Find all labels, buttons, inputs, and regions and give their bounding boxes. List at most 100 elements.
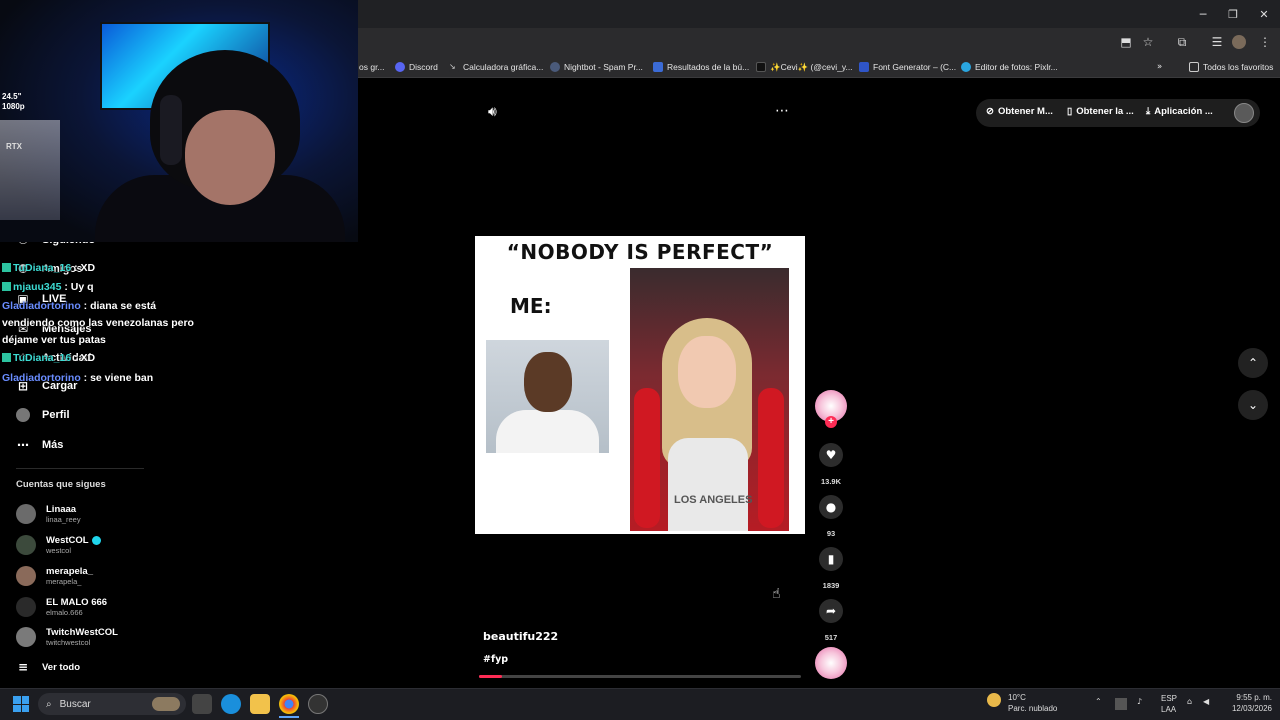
profile-avatar-icon[interactable]: [1232, 35, 1246, 49]
get-coins-link[interactable]: ⊘ Obtener M...: [986, 106, 1053, 117]
see-all-button[interactable]: ≡ Ver todo: [16, 656, 80, 678]
account-handle: westcol: [46, 546, 72, 555]
task-view-icon[interactable]: [192, 694, 212, 714]
account-name: WestCOL: [46, 535, 89, 546]
volume-icon[interactable]: 🔊︎: [488, 104, 497, 120]
mouse-cursor-icon: ☝: [772, 586, 781, 602]
bookmark-search-results[interactable]: Resultados de la bú...: [653, 60, 749, 74]
comment-button[interactable]: ●: [819, 495, 843, 519]
network-icon[interactable]: ⌂: [1187, 697, 1192, 706]
video-options-icon[interactable]: ⋯: [775, 103, 789, 119]
bookmark-pixlr[interactable]: Editor de fotos: Pixlr...: [961, 60, 1058, 74]
next-video-button[interactable]: ⌄: [1238, 390, 1268, 420]
like-button[interactable]: ♥: [819, 443, 843, 467]
desktop-app-link[interactable]: ⤓ Aplicación ...: [1146, 106, 1213, 117]
more-bookmarks-icon[interactable]: »: [1157, 60, 1162, 74]
followed-account[interactable]: Linaaa linaa_reey: [16, 501, 81, 527]
meme-left-shirt: [496, 410, 599, 453]
bookmark-tiktok[interactable]: ✨Cevi✨ (@cevi_y...: [756, 60, 853, 74]
search-icon: ⌕: [46, 698, 52, 710]
bookmark-discord[interactable]: Discord: [395, 60, 438, 74]
avatar: [16, 597, 36, 617]
tiktok-icon: [756, 62, 766, 72]
profile-icon: [16, 408, 30, 422]
taskbar-search[interactable]: ⌕ Buscar: [38, 693, 186, 715]
followed-account[interactable]: merapela_ merapela_: [16, 563, 93, 589]
bookmark-font-generator[interactable]: Font Generator – (C...: [859, 60, 956, 74]
webcam-overlay: 24.5" 1080p RTX: [0, 0, 358, 242]
meme-right-face: [678, 336, 736, 408]
windows-start-icon[interactable]: [13, 696, 29, 712]
nightbot-icon: [550, 62, 560, 72]
font-icon: [859, 62, 869, 72]
weather-temperature: 10°C: [1008, 693, 1026, 702]
share-button[interactable]: ➦: [819, 599, 843, 623]
microphone-icon[interactable]: ♪: [1137, 697, 1142, 706]
following-accounts-title: Cuentas que sigues: [16, 479, 106, 490]
get-app-link[interactable]: ▯ Obtener la ...: [1067, 106, 1134, 117]
meme-title-text: “NOBODY IS PERFECT”: [506, 240, 774, 264]
bookmark-calculator[interactable]: ↘ Calculadora gráfica...: [449, 60, 543, 74]
clock-time: 9:55 p. m.: [1236, 693, 1272, 702]
media-controls-icon[interactable]: ☰: [1208, 34, 1226, 50]
video-hashtag[interactable]: #fyp: [483, 654, 508, 665]
phone-icon: ▯: [1067, 106, 1073, 117]
close-window-button[interactable]: ✕: [1251, 4, 1277, 24]
chrome-icon[interactable]: [279, 694, 299, 714]
weather-description: Parc. nublado: [1008, 704, 1058, 713]
chat-message: Gladiadortorino : diana se está: [2, 300, 157, 312]
minimize-button[interactable]: ─: [1190, 4, 1216, 24]
more-icon: ⋯: [17, 438, 29, 452]
account-handle: linaa_reey: [46, 515, 81, 524]
save-button[interactable]: ▮: [819, 547, 843, 571]
like-count: 13.9K: [820, 477, 841, 486]
webcam-label: RTX: [6, 142, 22, 151]
webcam-label: 1080p: [2, 102, 25, 111]
share-icon: ➦: [825, 604, 837, 618]
save-count: 1839: [822, 581, 840, 590]
install-app-icon[interactable]: ⬒: [1117, 34, 1135, 50]
followed-account[interactable]: EL MALO 666 elmalo.666: [16, 594, 107, 620]
account-name: Linaaa: [46, 504, 77, 515]
bookmark-nightbot[interactable]: Nightbot - Spam Pr...: [550, 60, 643, 74]
video-progress-bar[interactable]: [479, 675, 801, 678]
account-name: TwitchWestCOL: [46, 627, 118, 638]
previous-video-button[interactable]: ⌃: [1238, 348, 1268, 378]
app-icon[interactable]: [308, 694, 328, 714]
account-handle: twitchwestcol: [46, 638, 91, 647]
edge-icon[interactable]: [221, 694, 241, 714]
user-avatar[interactable]: [1234, 103, 1254, 123]
nav-profile[interactable]: Perfil: [16, 404, 70, 426]
tray-app-icon[interactable]: [1115, 698, 1127, 710]
account-handle: elmalo.666: [46, 608, 83, 617]
all-bookmarks-button[interactable]: Todos los favoritos: [1189, 60, 1273, 74]
maximize-button[interactable]: ❐: [1220, 4, 1246, 24]
avatar: [16, 504, 36, 524]
avatar: [16, 566, 36, 586]
followed-account[interactable]: WestCOL westcol: [16, 532, 101, 558]
document-icon: [653, 62, 663, 72]
chat-message: mjauu345 : Uy q: [2, 281, 94, 293]
bookmark-star-icon[interactable]: ☆: [1139, 34, 1157, 50]
input-layout[interactable]: LAA: [1161, 705, 1176, 714]
video-progress-fill: [479, 675, 502, 678]
taskbar-clock[interactable]: 9:55 p. m. 12/03/2026: [1222, 692, 1272, 714]
bookmark-item[interactable]: os gr...: [359, 60, 385, 74]
sidebar-divider: [16, 468, 144, 469]
download-icon: ⤓: [1146, 106, 1151, 117]
nav-more[interactable]: ⋯ Más: [16, 434, 63, 456]
music-disc-avatar[interactable]: [815, 647, 847, 679]
browser-menu-icon[interactable]: ⋮: [1256, 34, 1274, 50]
heart-icon: ♥: [825, 448, 837, 462]
video-author[interactable]: beautifu222: [483, 630, 558, 643]
tray-chevron-up-icon[interactable]: ⌃: [1095, 697, 1102, 706]
chat-badge-icon: [2, 282, 11, 291]
extensions-icon[interactable]: ⧉: [1173, 34, 1191, 50]
followed-account[interactable]: TwitchWestCOL twitchwestcol: [16, 624, 118, 650]
file-explorer-icon[interactable]: [250, 694, 270, 714]
volume-tray-icon[interactable]: ◀: [1203, 697, 1209, 706]
chevron-up-icon: ⌃: [1247, 356, 1259, 370]
input-language[interactable]: ESP: [1161, 694, 1177, 703]
follow-plus-icon[interactable]: +: [825, 416, 837, 428]
comment-count: 93: [826, 529, 836, 538]
